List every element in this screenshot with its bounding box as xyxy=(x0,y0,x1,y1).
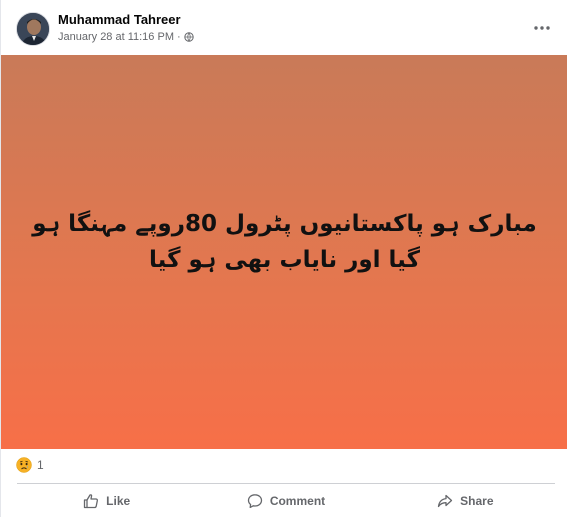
post-header: Muhammad Tahreer January 28 at 11:16 PM … xyxy=(1,0,567,55)
like-button[interactable]: Like xyxy=(17,486,196,516)
action-bar: Like Comment Share xyxy=(17,486,555,516)
more-options-icon[interactable] xyxy=(532,18,552,38)
meta-separator: · xyxy=(176,31,181,43)
like-label: Like xyxy=(106,494,131,508)
comment-button[interactable]: Comment xyxy=(196,486,375,516)
post-background[interactable]: مبارک ہو پاکستانیوں پٹرول 80روپے مہنگا ہ… xyxy=(1,55,567,449)
avatar-image xyxy=(17,13,49,45)
share-label: Share xyxy=(460,494,494,508)
author-name[interactable]: Muhammad Tahreer xyxy=(58,12,181,27)
avatar[interactable] xyxy=(16,12,50,46)
comment-icon xyxy=(247,493,263,509)
facebook-post: Muhammad Tahreer January 28 at 11:16 PM … xyxy=(0,0,567,517)
comment-label: Comment xyxy=(269,494,326,508)
post-timestamp[interactable]: January 28 at 11:16 PM xyxy=(58,31,174,43)
globe-icon[interactable] xyxy=(183,32,194,42)
reactions-summary[interactable]: 1 xyxy=(16,457,44,473)
share-icon xyxy=(437,493,453,509)
share-button[interactable]: Share xyxy=(376,486,555,516)
sad-reaction-icon xyxy=(16,457,32,473)
like-icon xyxy=(83,493,99,509)
reaction-count: 1 xyxy=(37,458,44,472)
post-text: مبارک ہو پاکستانیوں پٹرول 80روپے مہنگا ہ… xyxy=(32,211,537,273)
action-divider xyxy=(17,483,555,484)
post-meta: January 28 at 11:16 PM · xyxy=(58,31,194,43)
